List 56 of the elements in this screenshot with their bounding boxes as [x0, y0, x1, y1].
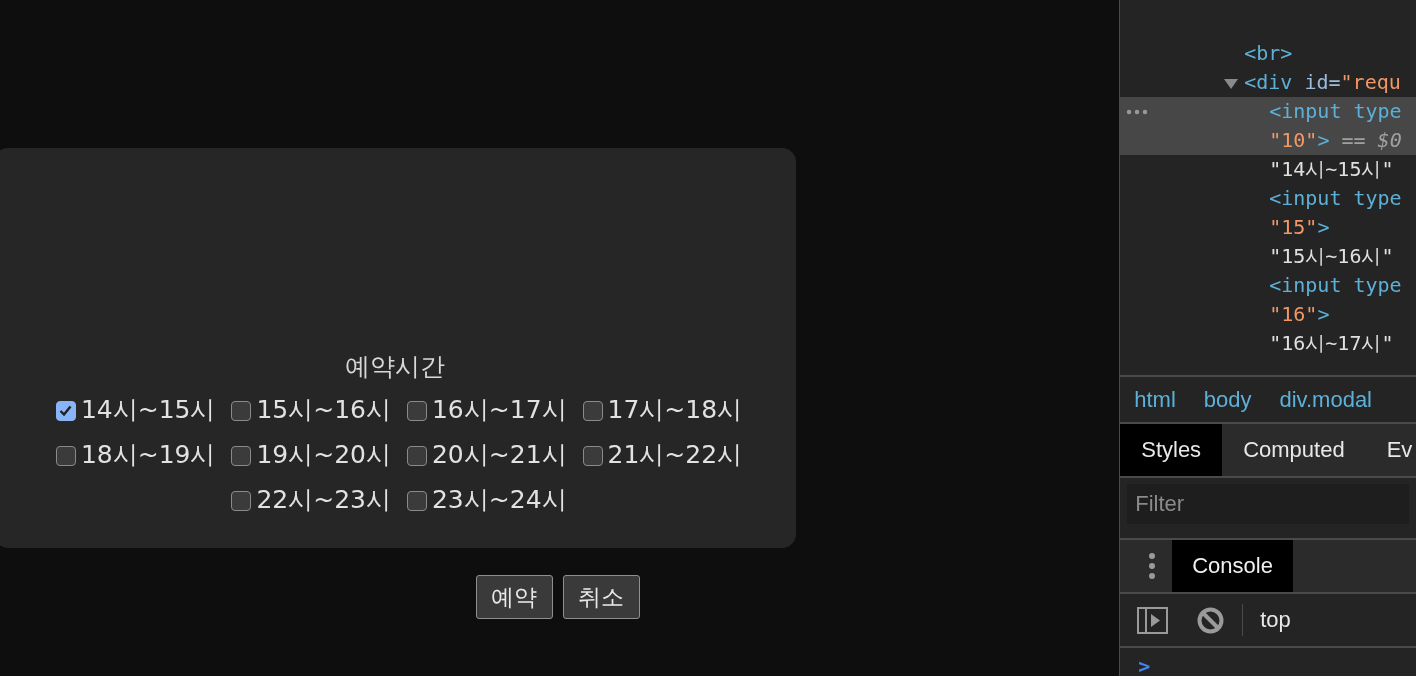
option-label: 19시~20시 — [256, 440, 391, 469]
option-label: 16시~17시 — [431, 395, 567, 424]
dom-node[interactable]: <div id="requ — [1120, 68, 1416, 97]
code-line: <br> — [1244, 40, 1293, 67]
breadcrumb-link[interactable]: body — [1203, 386, 1252, 413]
option-label: 17시~18시 — [607, 395, 743, 424]
checkbox[interactable] — [231, 491, 252, 511]
code-line: <input type — [1269, 272, 1402, 299]
checkbox[interactable] — [55, 446, 76, 466]
option-label: 15시~16시 — [256, 395, 391, 424]
option-label: 22시~23시 — [256, 485, 391, 514]
panel-tab[interactable]: Styles — [1120, 424, 1223, 476]
drawer-tab[interactable]: Console — [1172, 539, 1293, 593]
checkbox[interactable] — [406, 446, 427, 466]
clear-icon[interactable] — [1197, 606, 1225, 634]
panel-tab[interactable]: Computed — [1222, 424, 1366, 476]
reserve-button[interactable]: 예약 — [475, 575, 553, 619]
dom-node[interactable]: "15시~16시" — [1120, 242, 1416, 271]
breadcrumb-link[interactable]: html — [1134, 386, 1176, 413]
cancel-button[interactable]: 취소 — [562, 575, 640, 619]
expanded-triangle-icon[interactable] — [1224, 79, 1239, 89]
code-line: "10"> == $0 — [1269, 127, 1402, 154]
code-line: "16시~17시" — [1269, 330, 1394, 357]
dom-node[interactable]: <br> — [1120, 39, 1416, 68]
checkbox[interactable] — [231, 401, 252, 421]
option-label: 14시~15시 — [80, 395, 216, 424]
checkbox[interactable] — [582, 401, 603, 421]
code-line: "15시~16시" — [1269, 243, 1394, 270]
checkbox[interactable] — [231, 446, 252, 466]
sidebar-toggle-icon[interactable] — [1137, 606, 1169, 634]
checkbox[interactable] — [55, 401, 76, 421]
code-line: "15"> — [1269, 214, 1330, 241]
console-prompt: > — [1137, 653, 1152, 676]
breadcrumb-link[interactable]: div.modal — [1279, 386, 1372, 413]
filter-field[interactable]: Filter — [1127, 483, 1409, 524]
modal-title: 예약시간 — [345, 351, 445, 383]
option-label: 23시~24시 — [431, 485, 567, 514]
code-line: <input type — [1269, 185, 1402, 212]
code-line: <div id="requ — [1244, 69, 1401, 96]
checkbox[interactable] — [582, 446, 603, 466]
panel-tab[interactable]: Ev — [1365, 424, 1416, 476]
dom-node[interactable]: "16시~17시" — [1120, 329, 1416, 358]
dom-node[interactable]: <input type "10"> == $0 — [1120, 97, 1416, 155]
option-label: 21시~22시 — [607, 440, 743, 469]
code-line: "16"> — [1269, 301, 1330, 328]
more-icon[interactable] — [1126, 109, 1149, 115]
context-selector[interactable]: top — [1260, 607, 1291, 634]
dom-node[interactable]: <input type "16"> — [1120, 271, 1416, 329]
checkbox[interactable] — [406, 491, 427, 511]
code-line: "14시~15시" — [1269, 156, 1394, 183]
option-label: 18시~19시 — [80, 440, 216, 469]
checkbox[interactable] — [406, 401, 427, 421]
option-label: 20시~21시 — [431, 440, 567, 469]
dom-node[interactable]: "14시~15시" — [1120, 155, 1416, 184]
code-line: <input type — [1269, 98, 1402, 125]
dom-node[interactable]: <input type "15"> — [1120, 184, 1416, 242]
